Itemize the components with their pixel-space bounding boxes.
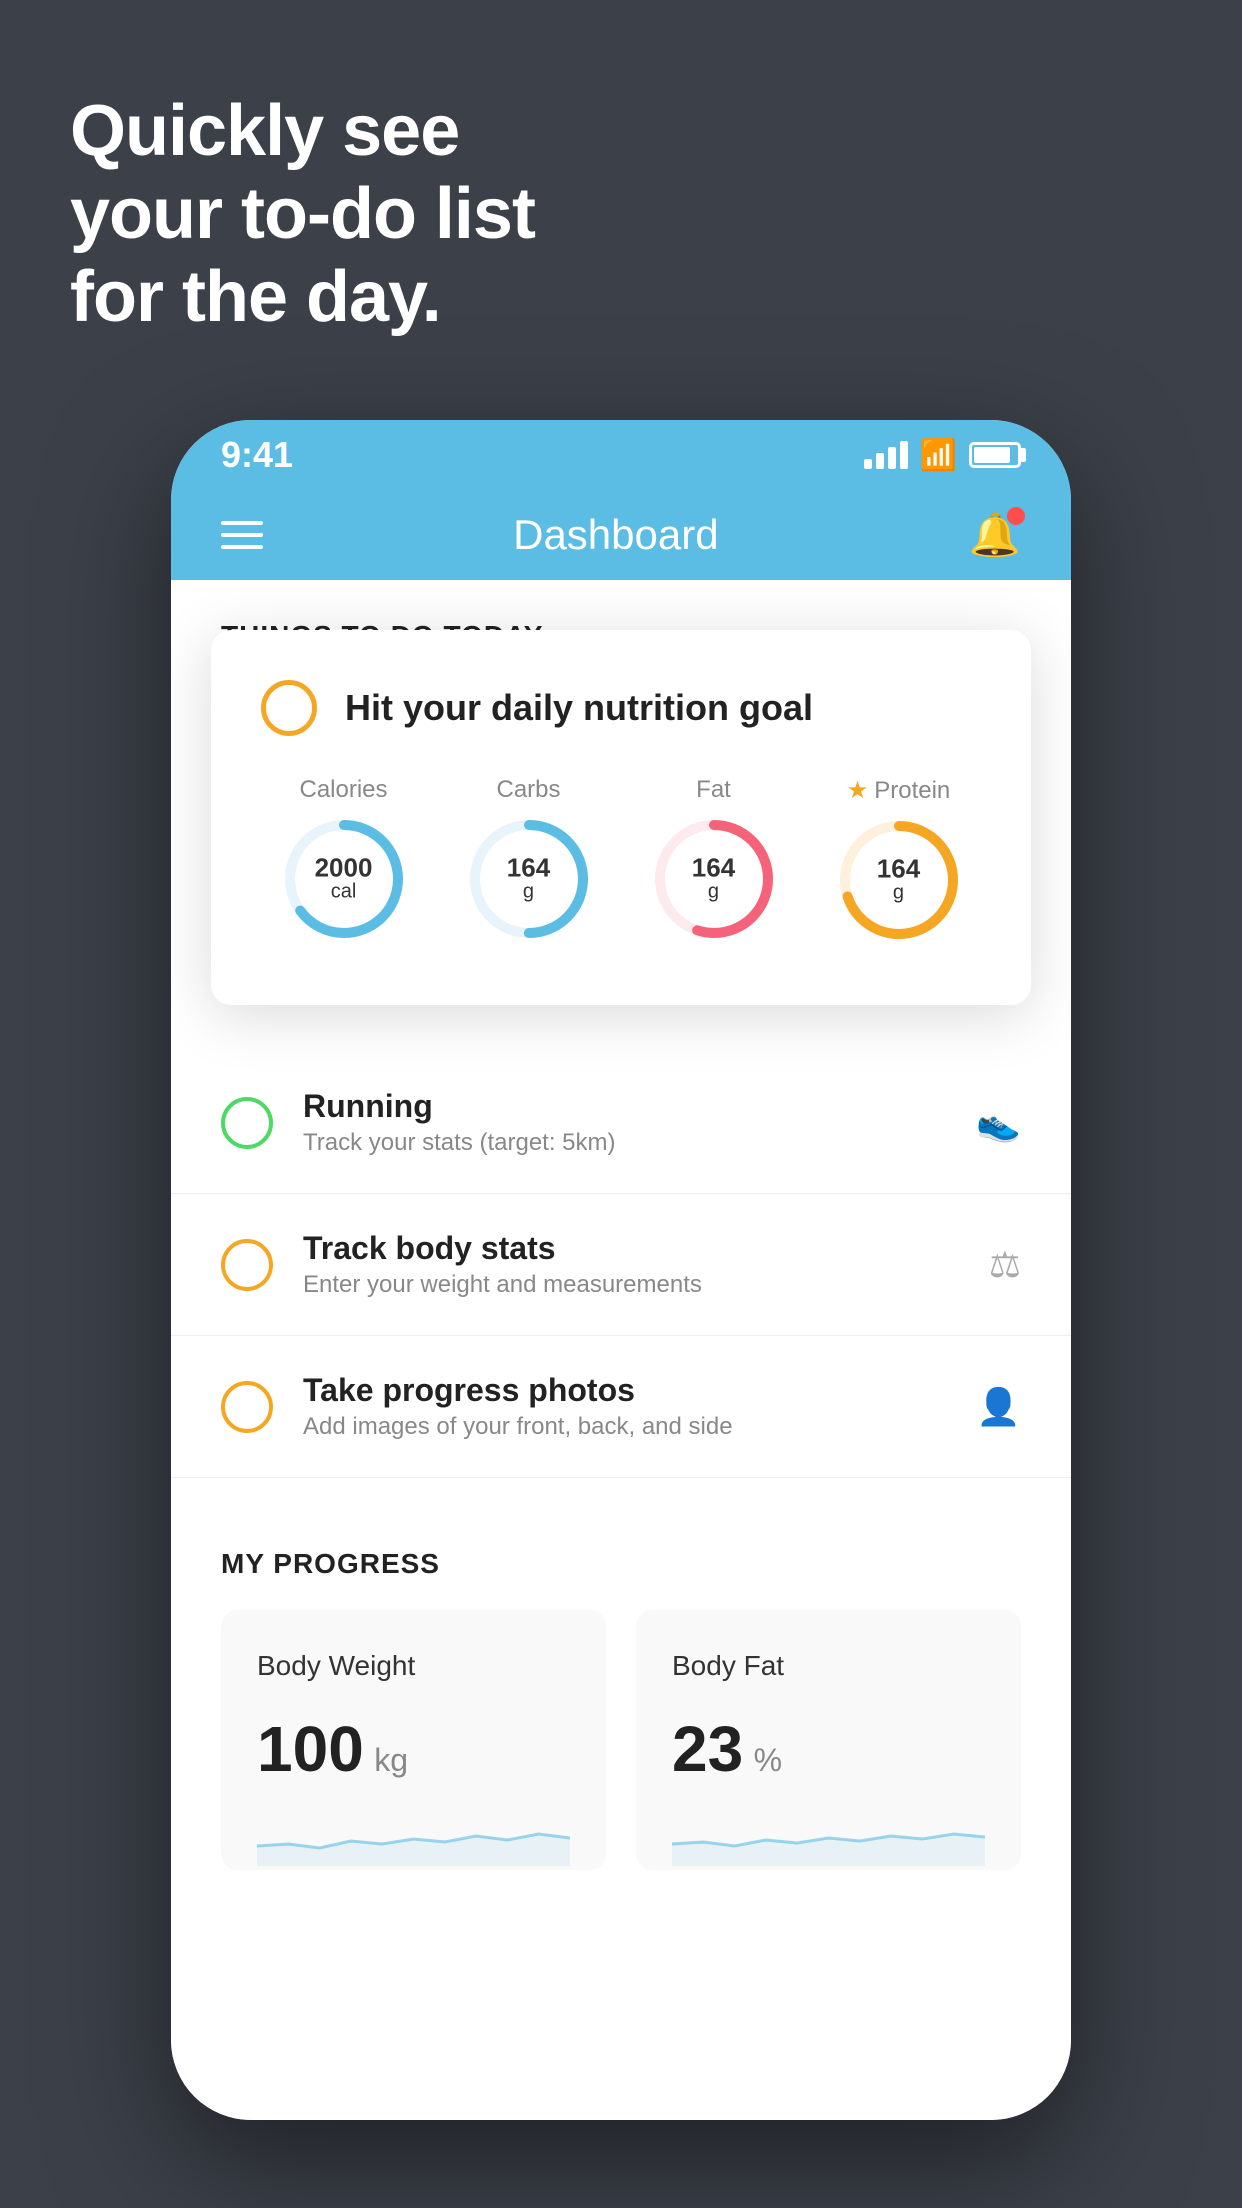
hero-text: Quickly see your to-do list for the day. [70,90,535,338]
hero-line3: for the day. [70,256,535,339]
todo-body-stats[interactable]: Track body stats Enter your weight and m… [171,1194,1071,1336]
nutrition-fat: Fat 164 g [631,776,796,944]
nav-bar: Dashboard 🔔 [171,490,1071,580]
nutrition-calories: Calories 2000 cal [261,776,426,944]
body-fat-value: 23 [672,1713,743,1785]
content-area: THINGS TO DO TODAY Hit your daily nutrit… [171,580,1071,2120]
body-stats-check-circle[interactable] [221,1239,273,1291]
progress-section-title: MY PROGRESS [221,1548,1021,1580]
todo-running[interactable]: Running Track your stats (target: 5km) 👟 [171,1052,1071,1194]
fat-label: Fat [696,776,731,804]
nutrition-carbs: Carbs 164 g [446,776,611,944]
body-weight-card[interactable]: Body Weight 100 kg [221,1610,606,1870]
nutrition-card-title: Hit your daily nutrition goal [345,687,813,729]
progress-cards: Body Weight 100 kg Body Fat [221,1610,1021,1870]
photos-subtitle: Add images of your front, back, and side [303,1413,946,1441]
photos-check-circle[interactable] [221,1381,273,1433]
body-fat-card[interactable]: Body Fat 23 % [636,1610,1021,1870]
star-icon: ★ [847,776,869,805]
carbs-label: Carbs [496,776,560,804]
running-check-circle[interactable] [221,1097,273,1149]
status-icons: 📶 [864,438,1021,473]
carbs-donut: 164 g [464,814,594,944]
status-bar: 9:41 📶 [171,420,1071,490]
calories-donut: 2000 cal [279,814,409,944]
body-weight-unit: kg [374,1742,408,1778]
scale-icon: ⚖ [989,1244,1021,1286]
nutrition-row: Calories 2000 cal Carbs [261,776,981,945]
nutrition-protein: ★ Protein 164 g [816,776,981,945]
signal-icon [864,441,908,469]
todo-list: Running Track your stats (target: 5km) 👟… [171,1052,1071,1478]
progress-section: MY PROGRESS Body Weight 100 kg [171,1498,1071,1910]
body-fat-unit: % [754,1742,782,1778]
running-icon: 👟 [976,1102,1021,1144]
menu-button[interactable] [221,521,263,549]
body-fat-chart [672,1806,985,1866]
person-icon: 👤 [976,1386,1021,1428]
hero-line1: Quickly see [70,90,535,173]
battery-icon [969,442,1021,468]
phone-frame: 9:41 📶 Dashboard 🔔 THINGS TO DO TOD [171,420,1071,2120]
notifications-button[interactable]: 🔔 [969,511,1021,560]
body-weight-title: Body Weight [257,1650,570,1682]
protein-label: ★ Protein [847,776,951,805]
wifi-icon: 📶 [920,438,957,473]
body-fat-title: Body Fat [672,1650,985,1682]
notification-dot [1007,507,1025,525]
photos-title: Take progress photos [303,1372,946,1409]
calories-label: Calories [299,776,387,804]
todo-progress-photos[interactable]: Take progress photos Add images of your … [171,1336,1071,1478]
body-stats-subtitle: Enter your weight and measurements [303,1271,959,1299]
body-weight-chart [257,1806,570,1866]
running-title: Running [303,1088,946,1125]
body-weight-value: 100 [257,1713,364,1785]
protein-donut: 164 g [834,815,964,945]
running-subtitle: Track your stats (target: 5km) [303,1129,946,1157]
hero-line2: your to-do list [70,173,535,256]
fat-donut: 164 g [649,814,779,944]
nutrition-check-circle[interactable] [261,680,317,736]
nav-title: Dashboard [513,511,718,559]
status-time: 9:41 [221,434,293,476]
card-header: Hit your daily nutrition goal [261,680,981,736]
body-stats-title: Track body stats [303,1230,959,1267]
nutrition-card: Hit your daily nutrition goal Calories 2… [211,630,1031,1005]
